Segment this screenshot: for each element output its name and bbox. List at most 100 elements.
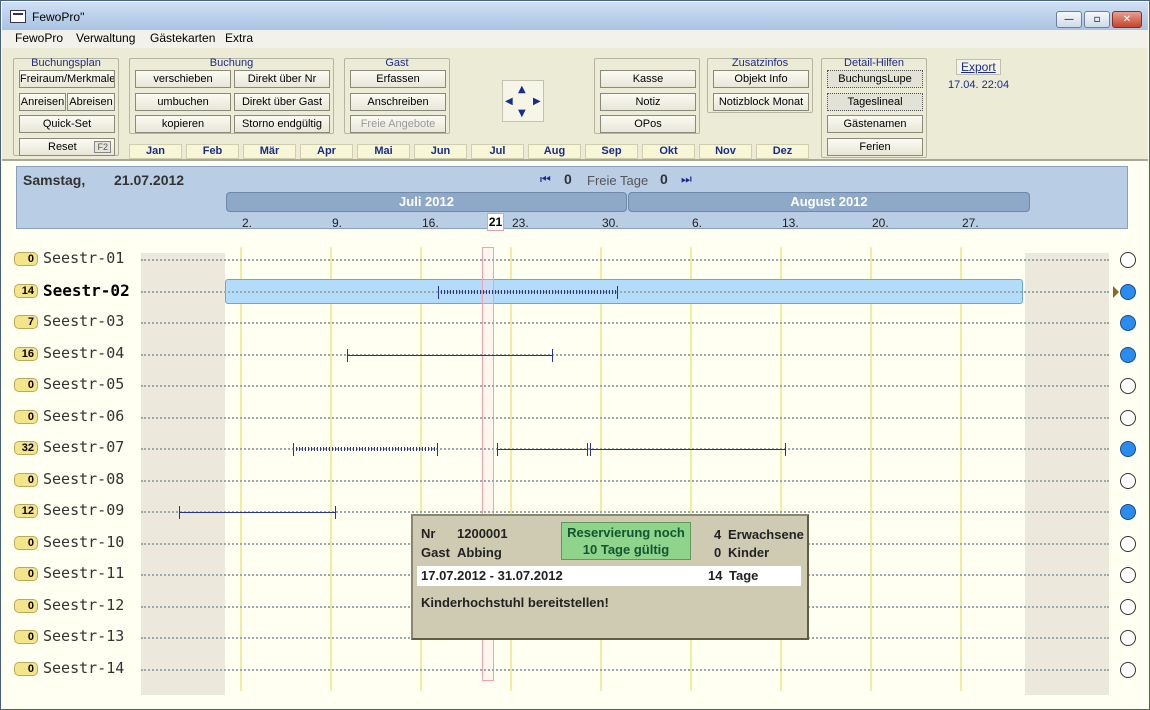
room-status-indicator[interactable]: [1120, 315, 1136, 331]
menu-bar: FewoPro Verwaltung Gästekarten Extra: [2, 30, 1148, 48]
booking-bar-reservation[interactable]: [438, 290, 618, 294]
month-button-sep[interactable]: Sep: [585, 144, 638, 159]
reset-button[interactable]: Reset F2: [19, 138, 115, 156]
booking-bar[interactable]: [347, 355, 552, 356]
room-name[interactable]: Seestr-02: [43, 281, 130, 300]
month-button-feb[interactable]: Feb: [186, 144, 239, 159]
menu-extra[interactable]: Extra: [225, 31, 253, 45]
arrow-right-icon[interactable]: ▶: [533, 96, 541, 107]
month-button-mar[interactable]: Mär: [243, 144, 296, 159]
gaestenamen-button[interactable]: Gästenamen: [827, 115, 923, 133]
freiraum-merkmale-button[interactable]: Freiraum/Merkmale: [19, 70, 115, 88]
menu-gaestekarten[interactable]: Gästekarten: [150, 31, 215, 45]
room-status-indicator[interactable]: [1120, 378, 1136, 394]
room-status-indicator[interactable]: [1120, 599, 1136, 615]
ferien-button[interactable]: Ferien: [827, 138, 923, 156]
first-free-icon[interactable]: ⏮: [540, 172, 551, 187]
kopieren-button[interactable]: kopieren: [135, 115, 231, 133]
booking-bar[interactable]: [179, 512, 335, 513]
month-button-apr[interactable]: Apr: [300, 144, 353, 159]
last-free-icon[interactable]: ⏭: [681, 172, 692, 187]
room-status-indicator[interactable]: [1120, 504, 1136, 520]
room-status-indicator[interactable]: [1120, 347, 1136, 363]
room-row-seestr-08[interactable]: 0 Seestr-08: [14, 466, 1141, 497]
arrow-down-icon[interactable]: ▼: [518, 108, 526, 119]
month-button-nov[interactable]: Nov: [699, 144, 752, 159]
room-status-indicator[interactable]: [1120, 410, 1136, 426]
booking-bar[interactable]: [497, 449, 587, 450]
room-row-seestr-01[interactable]: 0 Seestr-01: [14, 245, 1141, 276]
current-date: 21.07.2012: [114, 172, 185, 188]
month-button-okt[interactable]: Okt: [642, 144, 695, 159]
close-button[interactable]: ✕: [1112, 11, 1142, 28]
quick-set-button[interactable]: Quick-Set: [19, 115, 115, 133]
arrow-up-icon[interactable]: ▲: [518, 84, 526, 95]
room-status-indicator[interactable]: [1120, 473, 1136, 489]
room-row-seestr-14[interactable]: 0 Seestr-14: [14, 655, 1141, 686]
month-button-jul[interactable]: Jul: [471, 144, 524, 159]
room-status-indicator[interactable]: [1120, 630, 1136, 646]
month-button-mai[interactable]: Mai: [357, 144, 410, 159]
room-status-indicator[interactable]: [1120, 284, 1136, 300]
day-tick: 9.: [332, 216, 343, 230]
direkt-ueber-nr-button[interactable]: Direkt über Nr: [234, 70, 330, 88]
anreisen-button[interactable]: Anreisen: [19, 93, 66, 111]
booking-bar[interactable]: [590, 449, 785, 450]
room-name[interactable]: Seestr-09: [43, 501, 124, 519]
room-name[interactable]: Seestr-12: [43, 596, 124, 614]
room-row-seestr-07[interactable]: 32 Seestr-07: [14, 434, 1141, 465]
room-row-seestr-04[interactable]: 16 Seestr-04: [14, 340, 1141, 371]
room-row-seestr-06[interactable]: 0 Seestr-06: [14, 403, 1141, 434]
booking-note: Kinderhochstuhl bereitstellen!: [421, 595, 609, 610]
month-button-jan[interactable]: Jan: [129, 144, 182, 159]
booking-number-label: Nr: [421, 526, 436, 541]
booking-count-badge: 14: [14, 284, 38, 298]
room-name[interactable]: Seestr-13: [43, 627, 124, 645]
room-name[interactable]: Seestr-10: [43, 533, 124, 551]
kasse-button[interactable]: Kasse: [600, 70, 696, 88]
direkt-ueber-gast-button[interactable]: Direkt über Gast: [234, 93, 330, 111]
buchungslupe-button[interactable]: BuchungsLupe: [827, 70, 923, 88]
room-name[interactable]: Seestr-08: [43, 470, 124, 488]
room-name[interactable]: Seestr-01: [43, 249, 124, 267]
booking-bar-reservation[interactable]: [293, 447, 438, 451]
booking-count-badge: 0: [14, 662, 38, 676]
notiz-button[interactable]: Notiz: [600, 93, 696, 111]
erfassen-button[interactable]: Erfassen: [350, 70, 446, 88]
abreisen-button[interactable]: Abreisen: [67, 93, 115, 111]
maximize-button[interactable]: ▫: [1084, 11, 1110, 28]
objekt-info-button[interactable]: Objekt Info: [713, 70, 809, 88]
today-marker: 21: [487, 213, 504, 231]
month-button-aug[interactable]: Aug: [528, 144, 581, 159]
tageslineal-button[interactable]: Tageslineal: [827, 93, 923, 111]
verschieben-button[interactable]: verschieben: [135, 70, 231, 88]
month-button-dez[interactable]: Dez: [756, 144, 809, 159]
menu-verwaltung[interactable]: Verwaltung: [76, 31, 135, 45]
room-name[interactable]: Seestr-07: [43, 438, 124, 456]
room-status-indicator[interactable]: [1120, 567, 1136, 583]
room-name[interactable]: Seestr-14: [43, 659, 124, 677]
notizblock-monat-button[interactable]: Notizblock Monat: [713, 93, 809, 111]
storno-button[interactable]: Storno endgültig: [234, 115, 330, 133]
room-name[interactable]: Seestr-06: [43, 407, 124, 425]
arrow-left-icon[interactable]: ◀: [505, 96, 513, 107]
minimize-button[interactable]: —: [1056, 11, 1082, 28]
room-name[interactable]: Seestr-03: [43, 312, 124, 330]
room-row-seestr-05[interactable]: 0 Seestr-05: [14, 371, 1141, 402]
room-row-seestr-03[interactable]: 7 Seestr-03: [14, 308, 1141, 339]
opos-button[interactable]: OPos: [600, 115, 696, 133]
room-name[interactable]: Seestr-11: [43, 564, 124, 582]
room-status-indicator[interactable]: [1120, 662, 1136, 678]
room-status-indicator[interactable]: [1120, 252, 1136, 268]
freie-angebote-button[interactable]: Freie Angebote: [350, 115, 446, 133]
room-name[interactable]: Seestr-04: [43, 344, 124, 362]
anschreiben-button[interactable]: Anschreiben: [350, 93, 446, 111]
umbuchen-button[interactable]: umbuchen: [135, 93, 231, 111]
room-status-indicator[interactable]: [1120, 536, 1136, 552]
month-button-jun[interactable]: Jun: [414, 144, 467, 159]
menu-fewopro[interactable]: FewoPro: [15, 31, 63, 45]
export-button[interactable]: Export: [956, 59, 1001, 75]
room-name[interactable]: Seestr-05: [43, 375, 124, 393]
room-row-seestr-02[interactable]: 14 Seestr-02: [14, 277, 1141, 308]
room-status-indicator[interactable]: [1120, 441, 1136, 457]
